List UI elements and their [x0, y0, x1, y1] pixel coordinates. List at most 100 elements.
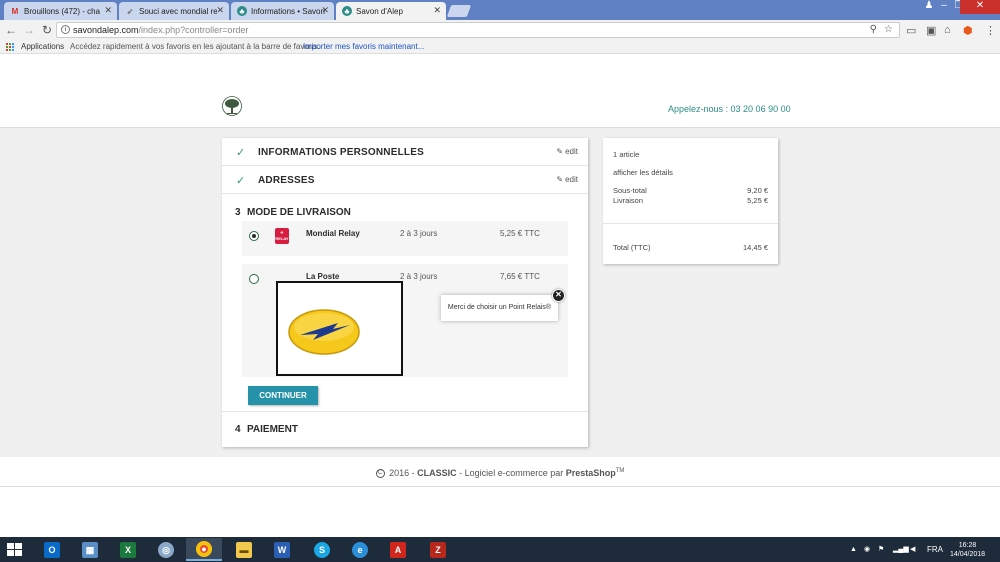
step-addresses[interactable]: ✓ ADRESSES ✎ edit — [222, 166, 588, 194]
tree-logo-icon[interactable] — [222, 96, 242, 118]
acrobat-icon[interactable]: A — [380, 538, 416, 561]
step-title: ADRESSES — [258, 175, 315, 186]
close-icon[interactable]: ✕ — [104, 5, 112, 16]
excel-icon[interactable]: X — [110, 538, 146, 561]
relay-point-tooltip: Merci de choisir un Point Relais® — [441, 295, 558, 321]
skype-icon[interactable]: S — [304, 538, 340, 561]
edit-personal-info-link[interactable]: ✎ edit — [556, 147, 578, 156]
step-personal-info[interactable]: ✓ INFORMATIONS PERSONNELLES ✎ edit — [222, 138, 588, 166]
windows-start-icon[interactable] — [7, 543, 22, 556]
tab-savon-d-alep[interactable]: ♣ Savon d'Alep ✕ — [336, 2, 446, 20]
apps-link[interactable]: Applications — [21, 40, 64, 53]
tab-gmail[interactable]: M Brouillons (472) - cha ✕ — [4, 2, 117, 20]
edit-addresses-link[interactable]: ✎ edit — [556, 175, 578, 184]
prestashop-link[interactable]: PrestaShop — [566, 468, 616, 478]
tab-label: Souci avec mondial re — [139, 6, 217, 16]
carrier-price: 5,25 € TTC — [500, 229, 540, 238]
reload-icon[interactable]: ↻ — [40, 23, 54, 37]
step-number: 3 — [235, 207, 241, 218]
cart-summary: 1 article afficher les détails Sous-tota… — [603, 138, 778, 264]
menu-icon[interactable]: ⋮ — [985, 24, 996, 37]
carrier-radio[interactable] — [249, 274, 259, 284]
edit-label: edit — [565, 147, 578, 156]
tab-informations[interactable]: ♣ Informations • Savon ✕ — [231, 2, 334, 20]
shipping-value: 5,25 € — [747, 196, 768, 205]
gmail-icon: M — [11, 6, 19, 16]
divider — [222, 411, 588, 412]
tree-icon: ♣ — [342, 6, 352, 16]
language-indicator[interactable]: FRA — [927, 537, 943, 562]
continue-button[interactable]: CONTINUER — [248, 386, 318, 405]
subtotal-label: Sous-total — [613, 186, 647, 195]
footer-year: 2016 - — [389, 468, 415, 478]
browser-tab-strip: M Brouillons (472) - cha ✕ ➶ Souci avec … — [0, 0, 1000, 20]
step-number: 4 — [235, 424, 241, 435]
url-input[interactable]: i savondalep.com/index.php?controller=or… — [56, 22, 900, 38]
relay-logo-text: RELAY — [275, 236, 289, 241]
internet-explorer-icon[interactable]: e — [342, 538, 378, 561]
checkout-area: ✓ INFORMATIONS PERSONNELLES ✎ edit ✓ ADRE… — [0, 127, 1000, 457]
carrier-radio[interactable] — [249, 231, 259, 241]
tooltip-close-icon[interactable]: ✕ — [552, 289, 565, 302]
tray-flag-icon[interactable]: ⚑ — [878, 537, 884, 562]
phone-number[interactable]: Appelez-nous : 03 20 06 90 00 — [668, 104, 791, 114]
windows-taskbar: O ▦ X ◎ ● ▬ W S e A Z ▲ ◉ ⚑ ▂▄▆ ◀ FRA 16… — [0, 537, 1000, 562]
carrier-name: Mondial Relay — [306, 229, 360, 238]
la-poste-bird-icon — [288, 309, 360, 355]
total-label: Total (TTC) — [613, 243, 651, 252]
carrier-delay: 2 à 3 jours — [400, 229, 438, 238]
footer-text: - Logiciel e-commerce par — [459, 468, 564, 478]
tray-app-icon[interactable]: ◉ — [864, 537, 870, 562]
forward-icon[interactable]: → — [22, 23, 36, 37]
window-close-button[interactable]: ✕ — [960, 0, 1000, 14]
home-icon[interactable]: ⌂ — [944, 24, 951, 36]
word-icon[interactable]: W — [264, 538, 300, 561]
pencil-icon: ✎ — [556, 175, 564, 184]
show-details-link[interactable]: afficher les détails — [613, 168, 673, 177]
carrier-price: 7,65 € TTC — [500, 272, 540, 281]
clock[interactable]: 16:28 14/04/2018 — [950, 541, 985, 559]
close-icon[interactable]: ✕ — [216, 5, 224, 16]
file-explorer-icon[interactable]: ▬ — [226, 538, 262, 561]
tray-expand-icon[interactable]: ▲ — [850, 537, 857, 562]
tab-souci[interactable]: ➶ Souci avec mondial re ✕ — [119, 2, 229, 20]
info-icon[interactable]: i — [61, 25, 70, 34]
carrier-option-mondial-relay[interactable]: ✈ RELAY Mondial Relay 2 à 3 jours 5,25 € … — [242, 221, 568, 256]
star-icon[interactable]: ☆ — [884, 23, 893, 37]
la-poste-logo — [276, 281, 403, 376]
apps-icon[interactable] — [6, 43, 14, 51]
zoom-icon[interactable]: ⚲ — [870, 23, 877, 37]
extension-icon[interactable]: ▣ — [926, 24, 936, 37]
pencil-icon: ✎ — [556, 147, 564, 156]
import-bookmarks-link[interactable]: Importer mes favoris maintenant... — [303, 40, 424, 53]
network-app-icon[interactable]: ▦ — [72, 538, 108, 561]
check-icon: ✓ — [236, 175, 246, 187]
total-value: 14,45 € — [742, 243, 768, 252]
step-payment-title[interactable]: PAIEMENT — [247, 424, 298, 435]
edit-label: edit — [565, 175, 578, 184]
chrome-canary-icon[interactable]: ◎ — [148, 538, 184, 561]
copyright-icon: C — [375, 469, 385, 479]
bookmarks-bar: Applications Accédez rapidement à vos fa… — [0, 40, 1000, 54]
close-icon[interactable]: ✕ — [433, 5, 441, 16]
check-icon: ✓ — [236, 147, 246, 159]
bookmarks-hint: Accédez rapidement à vos favoris en les … — [70, 42, 320, 51]
tree-icon: ♣ — [237, 6, 247, 16]
chrome-icon[interactable]: ● — [186, 538, 222, 561]
tab-label: Informations • Savon — [251, 6, 325, 16]
volume-icon[interactable]: ◀ — [910, 537, 915, 562]
filezilla-icon[interactable]: Z — [420, 538, 456, 561]
network-icon[interactable]: ▂▄▆ — [893, 537, 909, 562]
close-icon[interactable]: ✕ — [321, 5, 329, 16]
extension-shield-icon[interactable]: ⬢ — [963, 24, 973, 37]
carrier-delay: 2 à 3 jours — [400, 272, 438, 281]
site-footer: C 2016 - CLASSIC - Logiciel e-commerce p… — [0, 457, 1000, 487]
footer-brand: CLASSIC — [417, 468, 457, 478]
outlook-icon[interactable]: O — [34, 538, 70, 561]
back-icon[interactable]: ← — [4, 23, 18, 37]
cast-icon[interactable]: ▭ — [906, 24, 916, 37]
address-bar: ← → ↻ i savondalep.com/index.php?control… — [0, 20, 1000, 40]
tab-label: Savon d'Alep — [356, 6, 403, 16]
new-tab-button[interactable] — [446, 5, 472, 17]
shipping-label: Livraison — [613, 196, 644, 205]
